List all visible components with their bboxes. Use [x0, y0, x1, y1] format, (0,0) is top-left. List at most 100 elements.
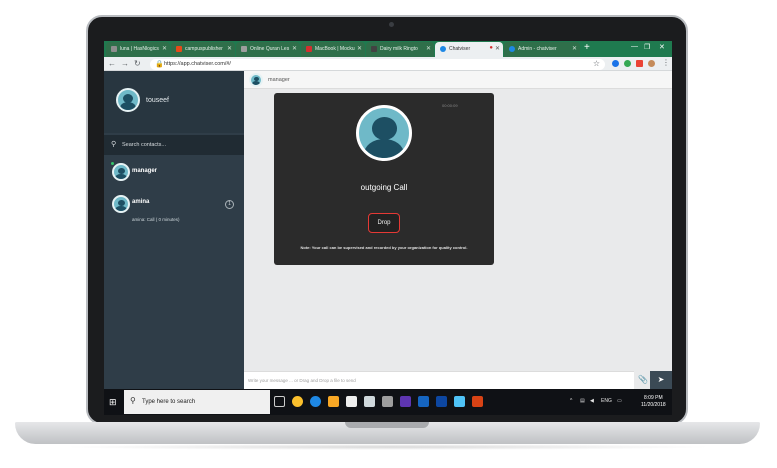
send-button[interactable]: ➤ — [650, 371, 672, 389]
call-dialog: 00:00:09 outgoing Call Drop Note: Your c… — [274, 93, 494, 265]
browser-tab-bar: luna | HasNlogics ✕ campuspublisher ✕ On… — [104, 41, 672, 57]
tab-favicon-icon — [440, 46, 446, 52]
contact-avatar — [112, 195, 130, 213]
attach-icon[interactable]: 📎 — [638, 375, 648, 384]
contact-name: manager — [132, 168, 158, 174]
edge-icon[interactable] — [310, 396, 321, 407]
close-icon[interactable]: ✕ — [227, 45, 232, 52]
tab-online-quran[interactable]: Online Quran Les ✕ — [236, 42, 300, 57]
close-icon[interactable]: ✕ — [357, 45, 362, 52]
search-icon: ⚲ — [111, 141, 117, 148]
vscode-icon[interactable] — [418, 396, 429, 407]
tab-chatviser[interactable]: Chatviser ● ✕ — [435, 42, 503, 57]
tab-dairy-milk[interactable]: Dairy milk Ringto ✕ — [366, 42, 434, 57]
windows-taskbar: ⊞ ⚲ Type here to search ^ ▤ ◀ ENG ▭ 8:09 — [104, 389, 672, 415]
contact-search[interactable]: ⚲ Search contacts... — [104, 135, 244, 155]
app-icon[interactable] — [472, 396, 483, 407]
close-window-button[interactable]: ✕ — [659, 43, 665, 51]
user-name: touseef — [146, 97, 169, 104]
close-icon[interactable]: ✕ — [292, 45, 297, 52]
tab-favicon-icon — [111, 46, 117, 52]
menu-kebab-icon[interactable]: ⋮ — [662, 58, 670, 67]
contact-name: amina — [132, 199, 150, 205]
screen: luna | HasNlogics ✕ campuspublisher ✕ On… — [104, 41, 672, 415]
camera-icon — [389, 22, 394, 27]
recording-icon: ● — [489, 45, 493, 51]
sidebar: touseef ⚲ Search contacts... manager ami… — [104, 71, 244, 389]
chat-header: manager — [244, 71, 672, 89]
close-icon[interactable]: ✕ — [572, 45, 577, 52]
laptop-shadow — [60, 444, 715, 450]
app-icon[interactable] — [454, 396, 465, 407]
message-input[interactable]: Write your message ... or Drag and Drop … — [248, 378, 356, 383]
chatviser-app: touseef ⚲ Search contacts... manager ami… — [104, 71, 672, 389]
close-icon[interactable]: ✕ — [495, 45, 500, 52]
extension-icon[interactable] — [636, 60, 643, 67]
chrome-icon[interactable] — [292, 396, 303, 407]
contact-item-manager[interactable]: manager — [104, 159, 244, 191]
visual-studio-icon[interactable] — [400, 396, 411, 407]
taskbar-search[interactable]: ⚲ Type here to search — [124, 390, 270, 414]
forward-icon[interactable]: → — [121, 59, 129, 68]
online-indicator — [111, 162, 114, 165]
extension-icon[interactable] — [612, 60, 619, 67]
taskbar-clock[interactable]: 8:09 PM 11/20/2018 — [641, 395, 666, 409]
user-avatar[interactable] — [116, 88, 140, 112]
contact-avatar — [112, 163, 130, 181]
chat-contact-name: manager — [268, 77, 290, 83]
laptop-lid: luna | HasNlogics ✕ campuspublisher ✕ On… — [86, 15, 688, 425]
search-input[interactable]: Search contacts... — [122, 142, 166, 148]
contact-item-amina[interactable]: amina amina: Call ( 0 minutes) 1 — [104, 189, 244, 222]
extension-icon[interactable] — [624, 60, 631, 67]
drop-call-button[interactable]: Drop — [368, 213, 400, 233]
bookmark-star-icon[interactable]: ☆ — [593, 59, 600, 68]
taskbar-search-input[interactable]: Type here to search — [142, 399, 195, 405]
tab-favicon-icon — [241, 46, 247, 52]
call-timer: 00:00:09 — [442, 103, 458, 108]
lock-icon: 🔒 — [155, 61, 164, 68]
unread-badge: 1 — [225, 200, 234, 209]
network-icon[interactable]: ▤ — [580, 398, 585, 404]
mail-icon[interactable] — [364, 396, 375, 407]
store-icon[interactable] — [346, 396, 357, 407]
tab-macbook-mockup[interactable]: MacBook | Mocku ✕ — [301, 42, 365, 57]
tab-favicon-icon — [306, 46, 312, 52]
file-explorer-icon[interactable] — [328, 396, 339, 407]
photoshop-icon[interactable] — [436, 396, 447, 407]
chat-contact-avatar — [249, 73, 263, 87]
close-icon[interactable]: ✕ — [426, 45, 431, 52]
back-icon[interactable]: ← — [108, 59, 116, 68]
laptop-base — [15, 422, 760, 444]
search-icon: ⚲ — [130, 396, 136, 405]
notification-icon[interactable]: ▭ — [617, 398, 622, 404]
task-view-icon[interactable] — [274, 396, 285, 407]
chat-panel: manager 00:00:09 outgoing Call Drop Note… — [244, 71, 672, 389]
clock-time: 8:09 PM — [644, 395, 663, 401]
message-compose[interactable]: Write your message ... or Drag and Drop … — [244, 371, 634, 389]
maximize-button[interactable]: ❐ — [644, 43, 650, 51]
laptop-notch — [345, 422, 429, 428]
windows-start-icon[interactable]: ⊞ — [109, 397, 117, 408]
call-status: outgoing Call — [360, 183, 408, 192]
tab-luna[interactable]: luna | HasNlogics ✕ — [106, 42, 170, 57]
profile-avatar-icon[interactable] — [648, 60, 655, 67]
url-text[interactable]: https://app.chatviser.com/#/ — [164, 61, 231, 67]
send-icon: ➤ — [657, 375, 665, 384]
tab-favicon-icon — [509, 46, 515, 52]
tray-chevron-icon[interactable]: ^ — [570, 398, 572, 404]
address-bar[interactable]: 🔒 https://app.chatviser.com/#/ ☆ — [150, 59, 605, 70]
tab-campuspublisher[interactable]: campuspublisher ✕ — [171, 42, 235, 57]
tab-admin-chatviser[interactable]: Admin - chatviser ✕ — [504, 42, 580, 57]
reload-icon[interactable]: ↻ — [134, 59, 141, 68]
language-indicator[interactable]: ENG — [601, 398, 612, 404]
volume-icon[interactable]: ◀ — [590, 398, 594, 404]
tools-icon[interactable] — [382, 396, 393, 407]
tab-favicon-icon — [371, 46, 377, 52]
close-icon[interactable]: ✕ — [162, 45, 167, 52]
tab-favicon-icon — [176, 46, 182, 52]
contact-last-message: amina: Call ( 0 minutes) — [132, 217, 180, 222]
user-header: touseef — [104, 71, 244, 133]
browser-toolbar: ← → ↻ 🔒 https://app.chatviser.com/#/ ☆ ⋮ — [104, 57, 672, 71]
minimize-button[interactable]: — — [631, 43, 638, 50]
new-tab-button[interactable]: + — [584, 42, 590, 53]
